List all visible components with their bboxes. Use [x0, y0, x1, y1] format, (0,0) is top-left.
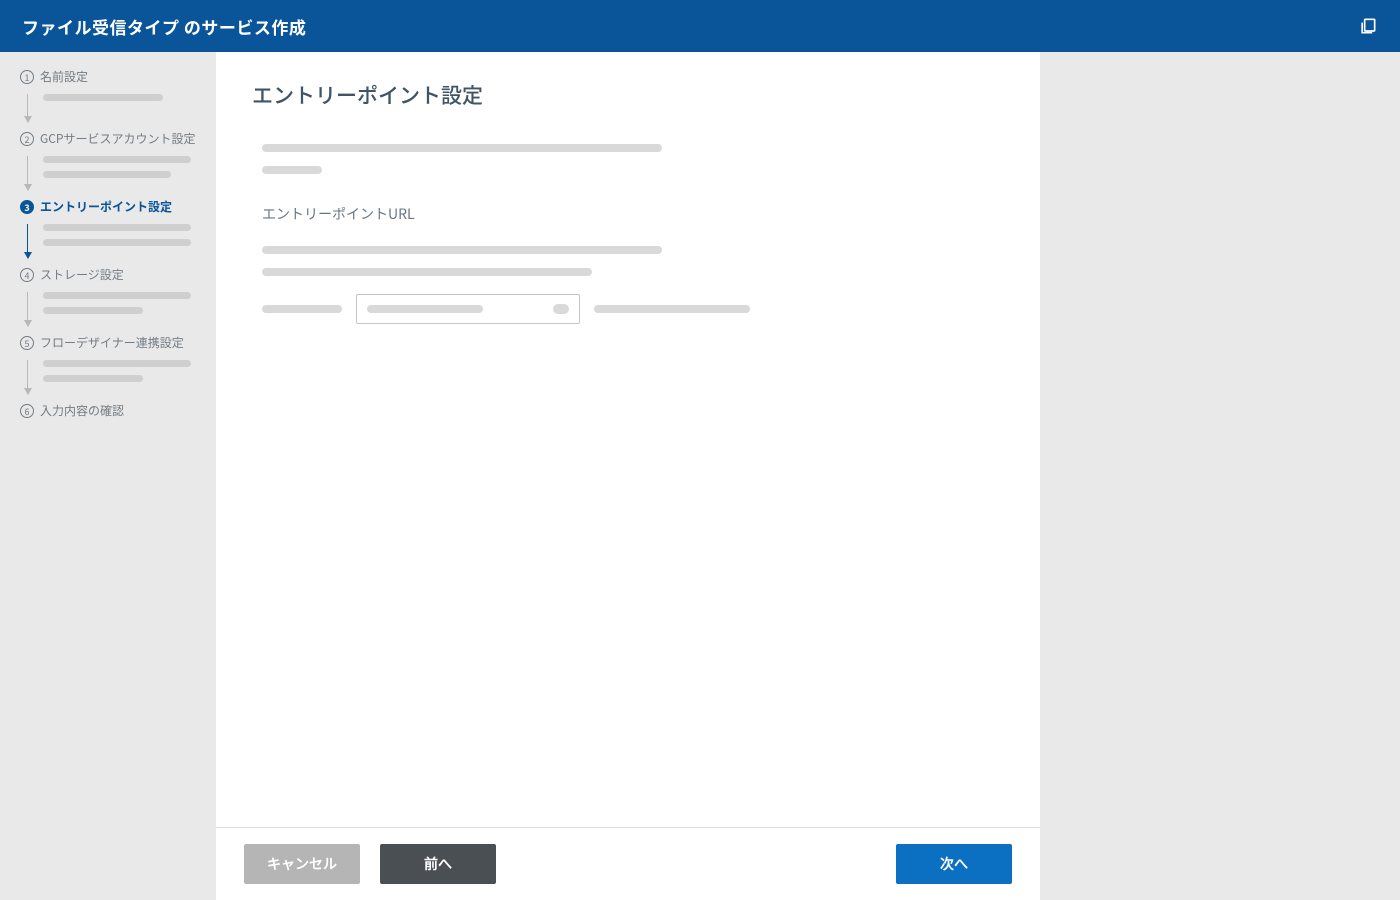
entrypoint-url-row	[252, 294, 1004, 324]
placeholder-bar	[43, 94, 163, 101]
placeholder-bar	[43, 239, 191, 246]
step-5[interactable]: 5 フローデザイナー連携設定	[20, 336, 204, 394]
placeholder-bar	[262, 246, 662, 254]
step-3[interactable]: 3 エントリーポイント設定	[20, 200, 204, 258]
step-6-number: 6	[20, 404, 34, 418]
intro-section	[252, 144, 1004, 174]
wizard-body: エントリーポイント設定 エントリーポイントURL	[216, 52, 1040, 827]
wizard-stepper: 1 名前設定 2 GCPサービスアカウント設定 3 エントリーポイント設定	[0, 52, 216, 900]
step-5-number: 5	[20, 336, 34, 350]
step-5-label: フローデザイナー連携設定	[40, 337, 184, 349]
header-title: ファイル受信タイプ のサービス作成	[22, 14, 306, 39]
wizard-main: エントリーポイント設定 エントリーポイントURL キャン	[216, 52, 1040, 900]
placeholder-bar	[43, 292, 191, 299]
page-title: エントリーポイント設定	[252, 80, 1004, 110]
copy-stack-icon[interactable]	[1358, 16, 1378, 36]
input-suffix-icon	[553, 304, 569, 314]
step-3-number: 3	[20, 200, 34, 214]
back-button[interactable]: 前へ	[380, 844, 496, 884]
app-header: ファイル受信タイプ のサービス作成	[0, 0, 1400, 52]
placeholder-bar	[43, 307, 143, 314]
cancel-button[interactable]: キャンセル	[244, 844, 360, 884]
step-4-label: ストレージ設定	[40, 269, 124, 281]
step-3-label: エントリーポイント設定	[40, 201, 172, 213]
step-6[interactable]: 6 入力内容の確認	[20, 404, 204, 418]
placeholder-bar	[262, 268, 592, 276]
entrypoint-url-label: エントリーポイントURL	[262, 204, 1004, 224]
url-suffix-placeholder	[594, 305, 750, 313]
input-placeholder-bar	[367, 305, 483, 313]
placeholder-bar	[43, 375, 143, 382]
step-1-number: 1	[20, 70, 34, 84]
step-2-number: 2	[20, 132, 34, 146]
url-section	[252, 246, 1004, 276]
step-4[interactable]: 4 ストレージ設定	[20, 268, 204, 326]
placeholder-bar	[262, 166, 322, 174]
step-1-label: 名前設定	[40, 71, 88, 83]
placeholder-bar	[43, 171, 171, 178]
next-button[interactable]: 次へ	[896, 844, 1012, 884]
step-4-number: 4	[20, 268, 34, 282]
entrypoint-url-input[interactable]	[356, 294, 580, 324]
step-1[interactable]: 1 名前設定	[20, 70, 204, 122]
placeholder-bar	[262, 144, 662, 152]
url-prefix-placeholder	[262, 305, 342, 313]
step-6-label: 入力内容の確認	[40, 405, 124, 417]
step-2[interactable]: 2 GCPサービスアカウント設定	[20, 132, 204, 190]
placeholder-bar	[43, 156, 191, 163]
wizard-shell: 1 名前設定 2 GCPサービスアカウント設定 3 エントリーポイント設定	[0, 52, 1400, 900]
placeholder-bar	[43, 360, 191, 367]
step-2-label: GCPサービスアカウント設定	[40, 133, 196, 145]
placeholder-bar	[43, 224, 191, 231]
wizard-footer: キャンセル 前へ 次へ	[216, 827, 1040, 900]
